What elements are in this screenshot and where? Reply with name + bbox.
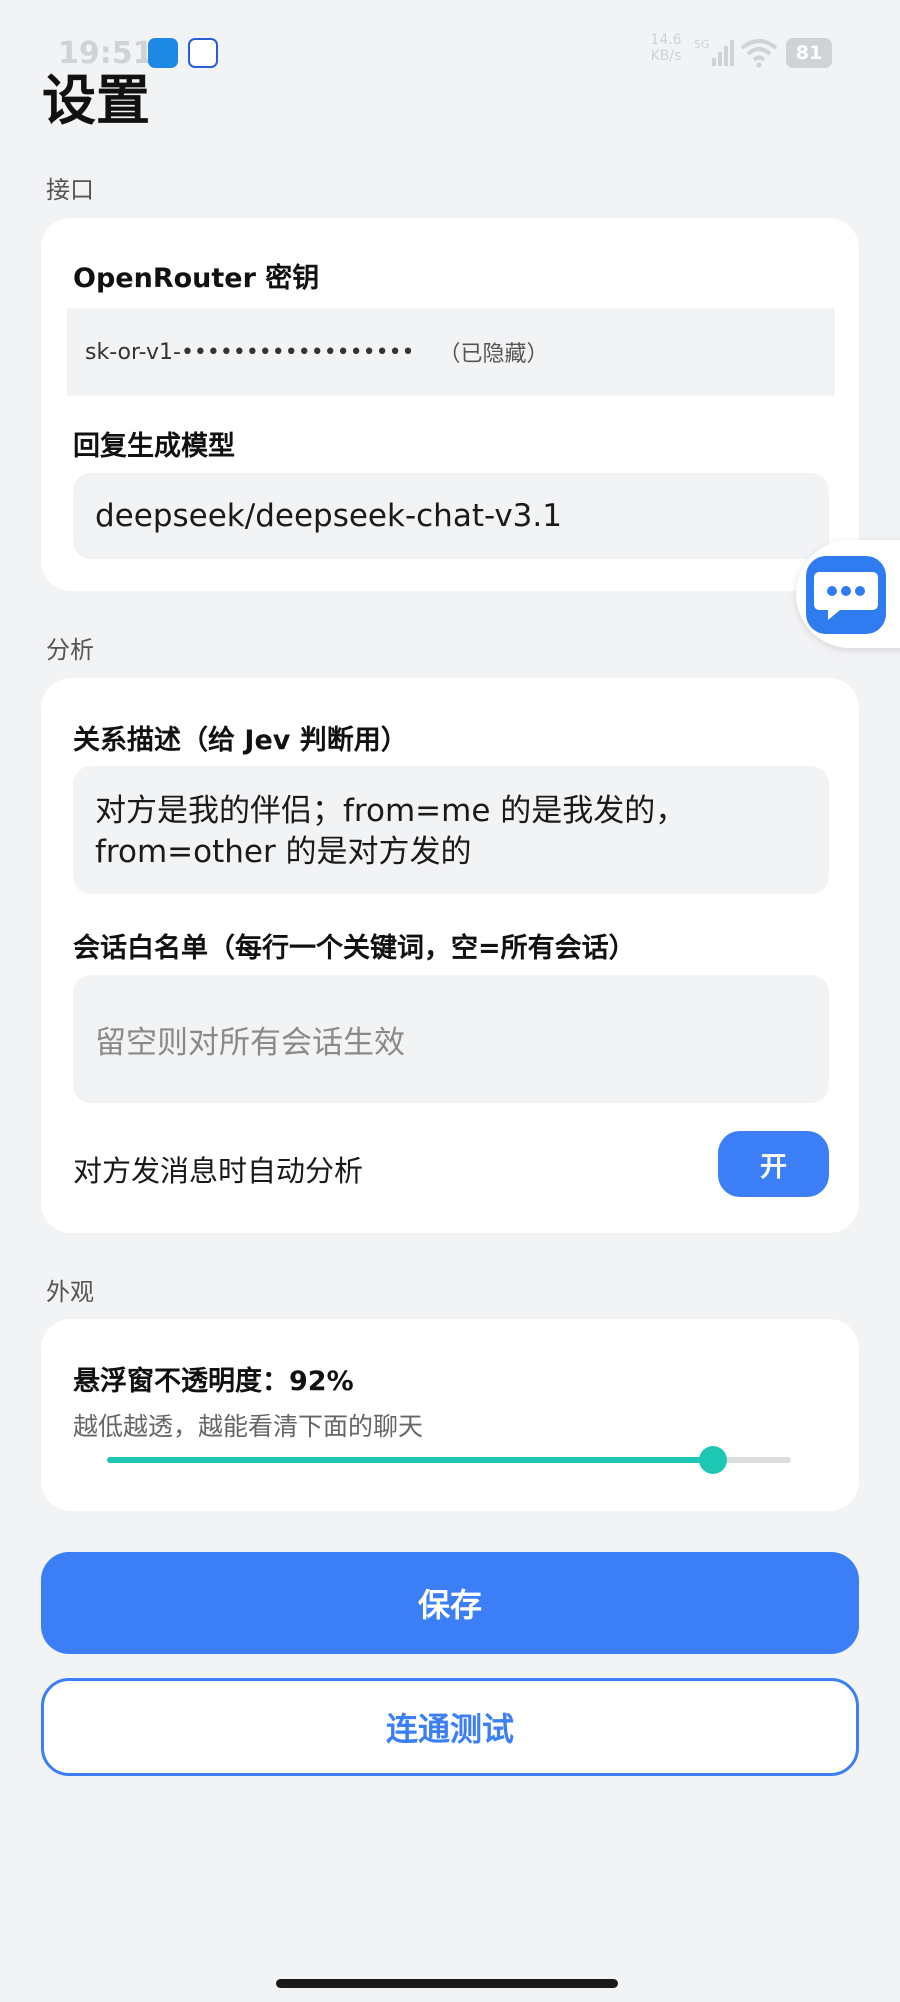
network-speed-value: 14.6 xyxy=(650,32,682,48)
chat-bubble-icon xyxy=(806,556,886,634)
auto-analyze-toggle[interactable]: 开 xyxy=(718,1131,829,1197)
opacity-slider-thumb[interactable] xyxy=(698,1446,727,1474)
key-label: OpenRouter 密钥 xyxy=(73,263,320,294)
signal-icon: 5G xyxy=(694,38,734,72)
battery-icon: 81 xyxy=(786,38,832,68)
whitelist-label: 会话白名单（每行一个关键词，空=所有会话） xyxy=(73,933,636,964)
notification-app-icon xyxy=(148,38,178,68)
interface-card: OpenRouter 密钥 sk-or-v1-•••••••••••••••••… xyxy=(41,218,859,591)
section-label-appearance: 外观 xyxy=(46,1278,94,1306)
home-indicator[interactable] xyxy=(276,1979,618,1988)
notification-app-icon xyxy=(188,38,218,68)
api-key-value: sk-or-v1-•••••••••••••••••• xyxy=(85,339,415,365)
auto-analyze-label: 对方发消息时自动分析 xyxy=(73,1154,364,1188)
save-button[interactable]: 保存 xyxy=(41,1552,859,1654)
model-label: 回复生成模型 xyxy=(73,431,235,462)
relation-label: 关系描述（给 Jev 判断用） xyxy=(73,725,408,756)
network-speed-unit: KB/s xyxy=(650,48,682,64)
section-label-analysis: 分析 xyxy=(46,636,94,664)
api-key-hidden-note: （已隐藏） xyxy=(438,342,549,367)
analysis-card: 关系描述（给 Jev 判断用） 对方是我的伴侣；from=me 的是我发的，fr… xyxy=(41,678,859,1233)
section-label-interface: 接口 xyxy=(46,176,94,204)
appearance-card: 悬浮窗不透明度：92% 越低越透，越能看清下面的聊天 xyxy=(41,1319,859,1511)
relation-value: 对方是我的伴侣；from=me 的是我发的，from=other 的是对方发的 xyxy=(95,793,687,870)
relation-input[interactable]: 对方是我的伴侣；from=me 的是我发的，from=other 的是对方发的 xyxy=(73,766,829,894)
model-input[interactable]: deepseek/deepseek-chat-v3.1 xyxy=(73,473,829,559)
page-title: 设置 xyxy=(42,69,150,132)
opacity-slider-fill xyxy=(107,1457,713,1463)
whitelist-input[interactable]: 留空则对所有会话生效 xyxy=(73,975,829,1103)
whitelist-placeholder: 留空则对所有会话生效 xyxy=(95,1024,405,1061)
model-value: deepseek/deepseek-chat-v3.1 xyxy=(95,498,562,534)
wifi-icon xyxy=(740,38,778,72)
opacity-hint: 越低越透，越能看清下面的聊天 xyxy=(73,1412,424,1441)
opacity-slider[interactable] xyxy=(107,1446,791,1474)
connection-test-button[interactable]: 连通测试 xyxy=(41,1678,859,1776)
api-key-field[interactable]: sk-or-v1-•••••••••••••••••• （已隐藏） xyxy=(67,308,835,396)
network-type: 5G xyxy=(694,38,710,51)
opacity-label: 悬浮窗不透明度：92% xyxy=(73,1366,354,1397)
network-speed: 14.6 KB/s xyxy=(646,32,686,64)
floating-chat-button[interactable] xyxy=(796,540,900,648)
